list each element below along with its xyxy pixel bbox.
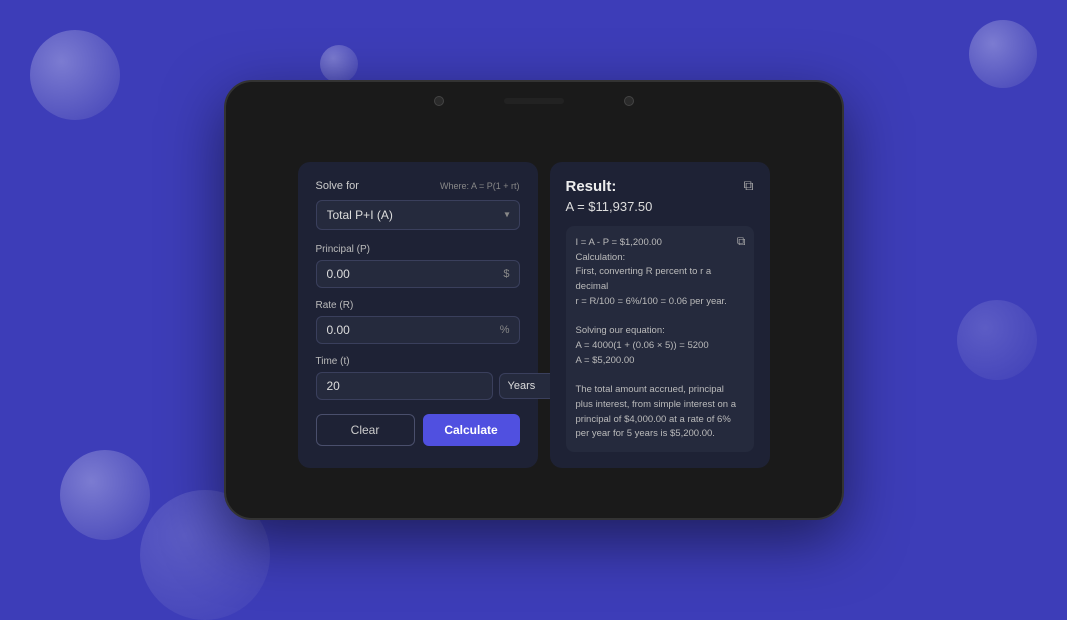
result-panel: Result: ⧉ A = $11,937.50 ⧉ I = A - P = $… xyxy=(550,162,770,468)
microphone xyxy=(624,96,634,106)
step1b: r = R/100 = 6%/100 = 0.06 per year. xyxy=(576,296,727,307)
step2: Solving our equation: xyxy=(576,325,665,336)
bg-bubble-3 xyxy=(969,20,1037,88)
calc-label: Calculation: xyxy=(576,252,626,263)
result-detail-block: ⧉ I = A - P = $1,200.00 Calculation: Fir… xyxy=(566,226,754,452)
solve-for-select[interactable]: Total P+I (A) xyxy=(316,200,520,230)
step2b: A = 4000(1 + (0.06 × 5)) = 5200 xyxy=(576,340,709,351)
copy-main-icon[interactable]: ⧉ xyxy=(744,178,754,192)
time-label: Time (t) xyxy=(316,356,520,367)
solve-for-select-wrapper[interactable]: Total P+I (A) ▾ xyxy=(316,200,520,230)
bg-bubble-1 xyxy=(30,30,120,120)
principal-field-group: Principal (P) $ xyxy=(316,244,520,288)
rate-input[interactable] xyxy=(316,316,520,344)
app-content: Solve for Where: A = P(1 + rt) Total P+I… xyxy=(268,162,800,468)
time-row: Years Months Days ▾ xyxy=(316,372,520,400)
calculate-button[interactable]: Calculate xyxy=(423,414,520,446)
clear-button[interactable]: Clear xyxy=(316,414,415,446)
interest-line: I = A - P = $1,200.00 xyxy=(576,237,662,248)
tablet-device: Solve for Where: A = P(1 + rt) Total P+I… xyxy=(224,80,844,520)
rate-field-group: Rate (R) % xyxy=(316,300,520,344)
rate-input-wrapper: % xyxy=(316,316,520,344)
solve-for-label: Solve for xyxy=(316,180,359,192)
result-title: Result: xyxy=(566,178,617,195)
formula-label: Where: A = P(1 + rt) xyxy=(440,181,520,191)
result-header: Result: ⧉ xyxy=(566,178,754,195)
buttons-row: Clear Calculate xyxy=(316,414,520,446)
solve-for-header: Solve for Where: A = P(1 + rt) xyxy=(316,180,520,192)
principal-label: Principal (P) xyxy=(316,244,520,255)
rate-label: Rate (R) xyxy=(316,300,520,311)
result-main-value: A = $11,937.50 xyxy=(566,199,754,214)
bg-bubble-6 xyxy=(957,300,1037,380)
principal-input-wrapper: $ xyxy=(316,260,520,288)
speaker xyxy=(504,98,564,104)
time-input[interactable] xyxy=(316,372,493,400)
copy-detail-icon[interactable]: ⧉ xyxy=(737,234,746,249)
step2c: A = $5,200.00 xyxy=(576,355,635,366)
front-camera xyxy=(434,96,444,106)
principal-input[interactable] xyxy=(316,260,520,288)
conclusion: The total amount accrued, principal plus… xyxy=(576,384,737,439)
bg-bubble-4 xyxy=(60,450,150,540)
step1: First, converting R percent to r a decim… xyxy=(576,266,712,292)
time-field-group: Time (t) Years Months Days ▾ xyxy=(316,356,520,400)
rate-suffix: % xyxy=(500,324,510,336)
bg-bubble-2 xyxy=(320,45,358,83)
result-detail-text: I = A - P = $1,200.00 Calculation: First… xyxy=(576,236,744,442)
principal-suffix: $ xyxy=(503,268,509,280)
calculator-panel: Solve for Where: A = P(1 + rt) Total P+I… xyxy=(298,162,538,468)
tablet-top-bar xyxy=(226,96,842,106)
